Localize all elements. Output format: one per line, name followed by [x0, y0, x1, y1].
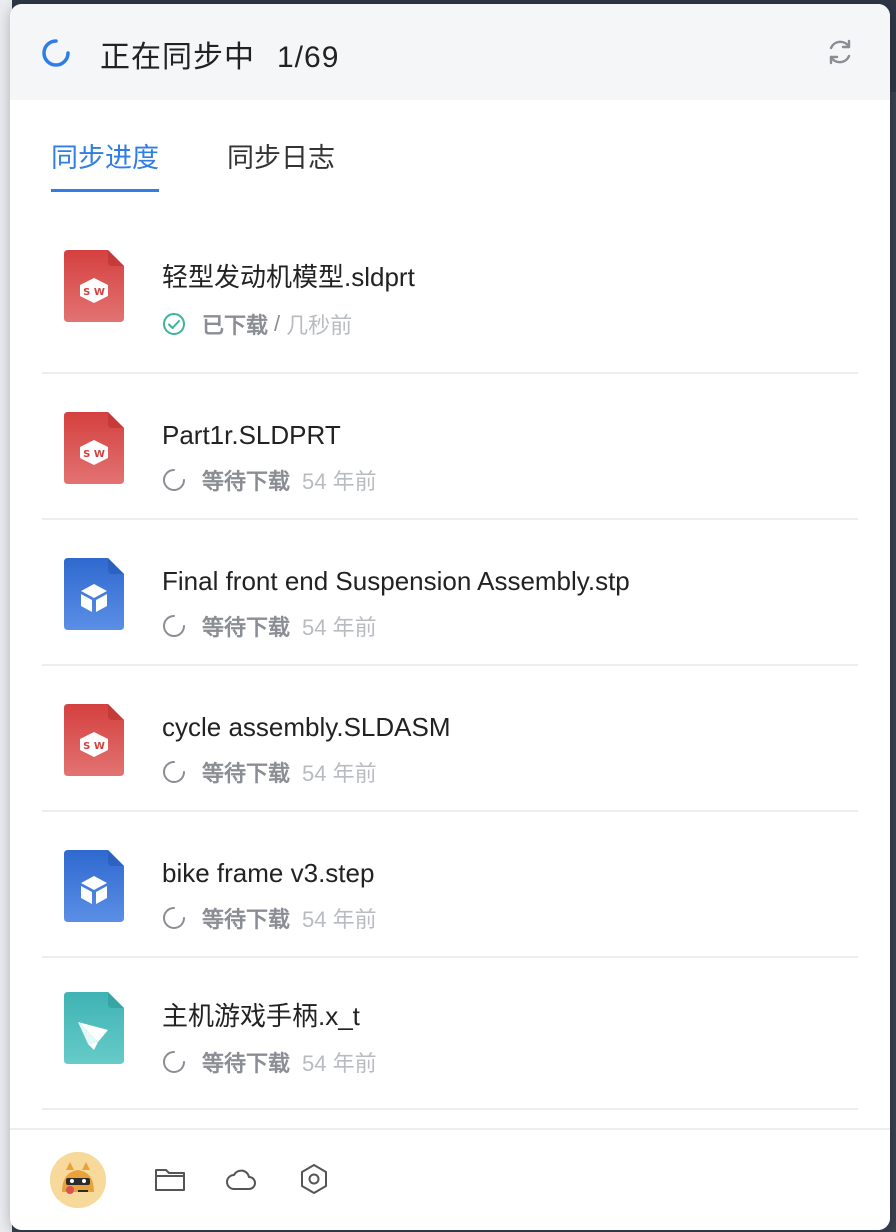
- file-status: 等待下载 54 年前: [162, 902, 377, 934]
- status-text: 等待下载: [202, 1051, 291, 1076]
- sync-title: 正在同步中 1/69: [100, 32, 339, 76]
- step-file-icon: [64, 850, 124, 922]
- svg-text:S W: S W: [83, 287, 105, 298]
- status-separator: /: [274, 311, 281, 336]
- avatar[interactable]: [50, 1152, 106, 1208]
- file-row[interactable]: 主机游戏手柄.x_t 等待下载 54 年前: [42, 958, 858, 1110]
- file-name: cycle assembly.SLDASM: [162, 712, 451, 742]
- file-row[interactable]: S W Part1r.SLDPRT 等待下载 54 年前: [42, 374, 858, 520]
- status-text: 等待下载: [202, 615, 291, 640]
- status-text: 等待下载: [202, 761, 291, 786]
- solidworks-file-icon: S W: [64, 704, 124, 776]
- file-status: 等待下载 54 年前: [162, 610, 377, 642]
- sync-header: 正在同步中 1/69: [10, 4, 890, 100]
- file-row[interactable]: S W cycle assembly.SLDASM 等待下载 54 年前: [42, 666, 858, 812]
- sync-spinner-icon: [42, 39, 70, 67]
- loading-icon: [163, 1051, 185, 1073]
- file-status: 等待下载 54 年前: [162, 1046, 377, 1078]
- file-name: Final front end Suspension Assembly.stp: [162, 566, 630, 596]
- parasolid-file-icon: [64, 992, 124, 1064]
- status-time: 54 年前: [302, 907, 377, 932]
- file-status: 等待下载 54 年前: [162, 756, 377, 788]
- sync-title-text: 正在同步中: [100, 41, 255, 74]
- file-name: Part1r.SLDPRT: [162, 420, 341, 450]
- solidworks-file-icon: S W: [64, 412, 124, 484]
- file-name: 轻型发动机模型.sldprt: [162, 262, 415, 292]
- loading-icon: [163, 907, 185, 929]
- status-time: 54 年前: [302, 761, 377, 786]
- status-time: 54 年前: [302, 1051, 377, 1076]
- solidworks-file-icon: S W: [64, 250, 124, 322]
- loading-icon: [163, 469, 185, 491]
- file-status: 等待下载 54 年前: [162, 464, 377, 496]
- tab-sync-progress[interactable]: 同步进度: [51, 136, 159, 192]
- step-file-icon: [64, 558, 124, 630]
- sync-count: 1/69: [277, 41, 340, 74]
- svg-text:S W: S W: [83, 449, 105, 460]
- folder-icon[interactable]: [153, 1162, 187, 1196]
- cloud-icon[interactable]: [224, 1162, 258, 1196]
- loading-icon: [163, 761, 185, 783]
- status-time: 几秒前: [286, 313, 353, 338]
- loading-icon: [163, 615, 185, 637]
- file-status: 已下载 / 几秒前: [162, 308, 352, 340]
- tab-sync-log[interactable]: 同步日志: [227, 136, 335, 189]
- status-text: 等待下载: [202, 469, 291, 494]
- refresh-icon[interactable]: [824, 36, 856, 68]
- file-row[interactable]: Final front end Suspension Assembly.stp …: [42, 520, 858, 666]
- avatar-image: [50, 1152, 106, 1208]
- status-text: 已下载: [202, 313, 269, 338]
- file-row[interactable]: bike frame v3.step 等待下载 54 年前: [42, 812, 858, 958]
- tab-bar: 同步进度 同步日志: [10, 100, 890, 210]
- sync-file-list: S W 轻型发动机模型.sldprt 已下载 / 几秒前 S W Part1r.…: [10, 210, 890, 1110]
- file-row[interactable]: S W 轻型发动机模型.sldprt 已下载 / 几秒前: [42, 210, 858, 374]
- status-time: 54 年前: [302, 615, 377, 640]
- check-circle-icon: [163, 313, 185, 335]
- settings-icon[interactable]: [297, 1162, 331, 1196]
- file-name: bike frame v3.step: [162, 858, 375, 888]
- sync-panel: 正在同步中 1/69 同步进度 同步日志 S W 轻型发动机模型.sldprt: [10, 4, 890, 1230]
- footer-toolbar: [10, 1128, 890, 1230]
- file-name: 主机游戏手柄.x_t: [162, 1001, 360, 1031]
- status-time: 54 年前: [302, 469, 377, 494]
- status-text: 等待下载: [202, 907, 291, 932]
- svg-text:S W: S W: [83, 741, 105, 752]
